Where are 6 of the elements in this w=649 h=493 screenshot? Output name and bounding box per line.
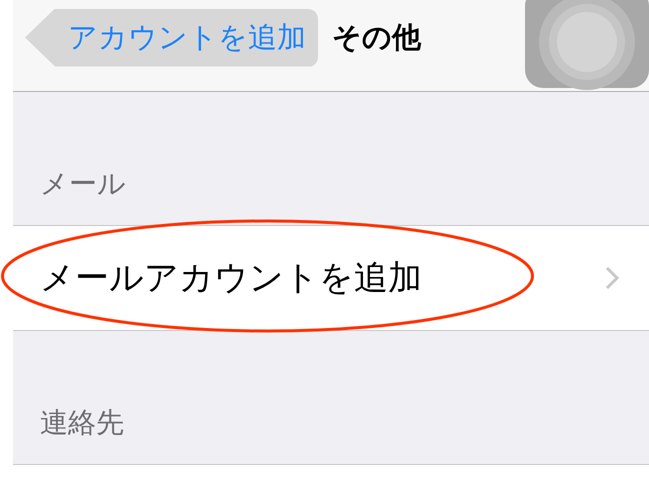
chevron-icon [605,266,619,290]
nav-title: その他 [332,18,421,56]
assistive-touch-button[interactable] [525,0,649,88]
section-title: メール [40,166,126,202]
row-label: メールアカウントを追加 [40,257,422,300]
section-title: 連絡先 [40,405,124,441]
